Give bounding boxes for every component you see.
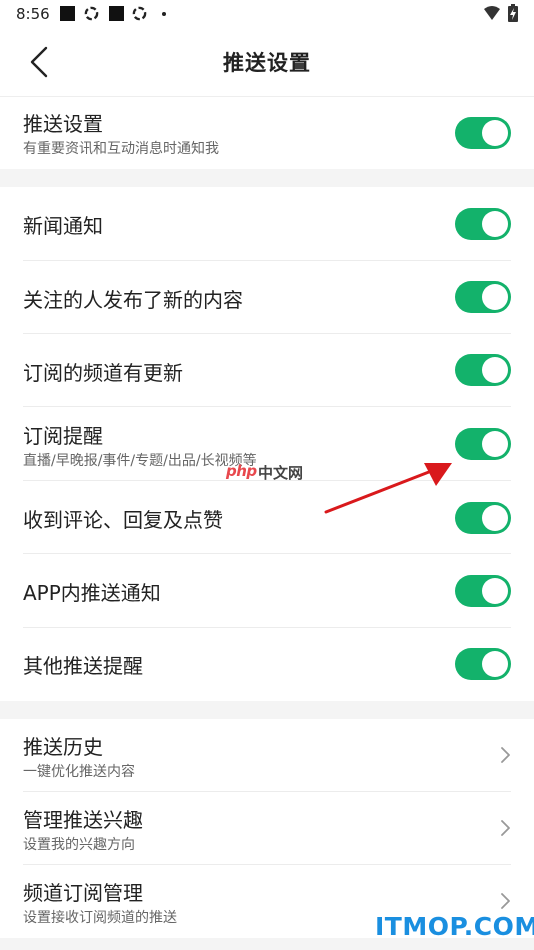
- toggle-knob: [482, 357, 508, 383]
- other-push-toggle[interactable]: [455, 648, 511, 680]
- notification-ring-icon: [84, 6, 99, 21]
- row-label: APP内推送通知: [23, 581, 161, 605]
- chevron-right-icon: [501, 820, 510, 836]
- channel-updates-toggle[interactable]: [455, 354, 511, 386]
- row-label: 新闻通知: [23, 214, 103, 238]
- in-app-push-toggle[interactable]: [455, 575, 511, 607]
- itmop-watermark: ITMOP.COM: [375, 912, 534, 941]
- chevron-right-icon: [501, 747, 510, 763]
- app-header: 推送设置: [0, 28, 534, 97]
- row-subtitle: 直播/早晚报/事件/专题/出品/长视频等: [23, 453, 257, 469]
- toggle-row-in-app[interactable]: APP内推送通知: [0, 554, 534, 628]
- chevron-right-icon: [501, 893, 510, 909]
- row-label: 订阅提醒: [23, 424, 103, 448]
- link-row-push-interests[interactable]: 管理推送兴趣 设置我的兴趣方向: [0, 792, 534, 865]
- toggle-knob: [482, 431, 508, 457]
- row-label: 推送设置: [23, 112, 103, 136]
- toggle-row-other[interactable]: 其他推送提醒: [0, 628, 534, 701]
- row-subtitle: 一键优化推送内容: [23, 764, 135, 780]
- toggle-knob: [482, 651, 508, 677]
- page-title: 推送设置: [223, 51, 311, 75]
- row-label: 频道订阅管理: [23, 881, 143, 905]
- following-toggle[interactable]: [455, 281, 511, 313]
- status-bar: 8:56: [0, 0, 534, 28]
- more-notifications-dot-icon: [162, 12, 166, 16]
- link-row-push-history[interactable]: 推送历史 一键优化推送内容: [0, 719, 534, 792]
- master-push-toggle[interactable]: [455, 117, 511, 149]
- notification-square-icon: [60, 6, 75, 21]
- row-subtitle: 设置我的兴趣方向: [23, 837, 135, 853]
- toggle-row-news[interactable]: 新闻通知: [0, 187, 534, 261]
- news-toggle[interactable]: [455, 208, 511, 240]
- toggle-row-channel-updates[interactable]: 订阅的频道有更新: [0, 334, 534, 407]
- row-label: 订阅的频道有更新: [23, 361, 183, 385]
- master-push-setting-row[interactable]: 推送设置 有重要资讯和互动消息时通知我: [0, 97, 534, 169]
- toggle-knob: [482, 120, 508, 146]
- comments-toggle[interactable]: [455, 502, 511, 534]
- php-cn-watermark: 中文网: [258, 464, 304, 482]
- wifi-icon: [484, 6, 500, 20]
- section-gap: [0, 169, 534, 187]
- row-label: 管理推送兴趣: [23, 808, 143, 832]
- toggle-knob: [482, 505, 508, 531]
- row-label: 收到评论、回复及点赞: [23, 508, 223, 532]
- annotation-arrow-icon: [324, 463, 452, 514]
- row-label: 推送历史: [23, 735, 103, 759]
- toggle-knob: [482, 578, 508, 604]
- notification-square-icon: [109, 6, 124, 21]
- php-watermark: php: [226, 462, 257, 480]
- battery-charging-icon: [508, 4, 518, 22]
- toggle-row-following[interactable]: 关注的人发布了新的内容: [0, 261, 534, 334]
- status-time: 8:56: [16, 5, 50, 23]
- toggle-knob: [482, 211, 508, 237]
- row-label: 其他推送提醒: [23, 654, 143, 678]
- row-subtitle: 有重要资讯和互动消息时通知我: [23, 141, 219, 157]
- row-label: 关注的人发布了新的内容: [23, 288, 243, 312]
- toggle-knob: [482, 284, 508, 310]
- notification-ring-icon: [132, 6, 147, 21]
- row-subtitle: 设置接收订阅频道的推送: [23, 910, 177, 926]
- section-gap: [0, 701, 534, 719]
- subscription-reminder-toggle[interactable]: [455, 428, 511, 460]
